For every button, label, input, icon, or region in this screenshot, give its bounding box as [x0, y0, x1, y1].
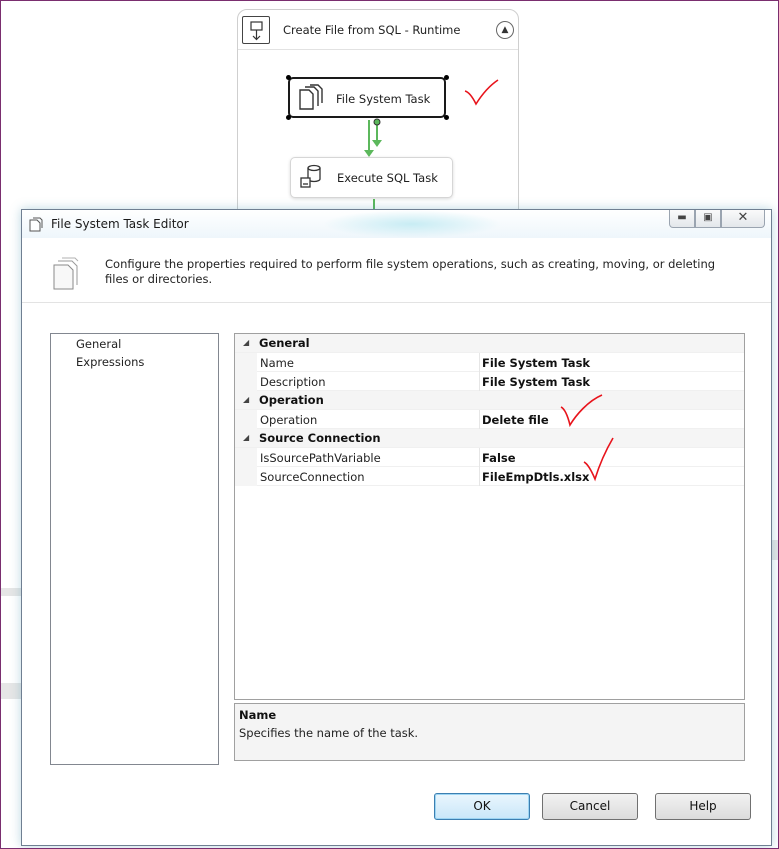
property-row[interactable]: Name File System Task: [235, 353, 744, 372]
cancel-button[interactable]: Cancel: [542, 793, 638, 820]
category-row[interactable]: ◢ General: [235, 334, 744, 353]
connector-arrows: [364, 118, 382, 157]
nav-item-general[interactable]: General: [76, 337, 121, 351]
selection-handle[interactable]: [286, 115, 291, 120]
chevron-up-icon[interactable]: ▲: [496, 21, 514, 39]
dialog-icon: [29, 217, 43, 232]
task-label: Execute SQL Task: [337, 171, 438, 185]
header-description: Configure the properties required to per…: [105, 257, 716, 286]
property-row[interactable]: IsSourcePathVariable False: [235, 448, 744, 467]
property-value[interactable]: File System Task: [482, 356, 590, 370]
window-controls: ▬ ▣ ✕: [669, 210, 765, 230]
file-system-task-box[interactable]: File System Task: [288, 77, 446, 118]
selection-handle[interactable]: [444, 75, 449, 80]
property-value[interactable]: File System Task: [482, 375, 590, 389]
category-row[interactable]: ◢ Source Connection: [235, 429, 744, 448]
file-system-icon: [296, 84, 324, 112]
property-row[interactable]: Description File System Task: [235, 372, 744, 391]
category-row[interactable]: ◢ Operation: [235, 391, 744, 410]
ok-button[interactable]: OK: [434, 793, 530, 820]
property-row[interactable]: Operation Delete file: [235, 410, 744, 429]
dialog-header: Configure the properties required to per…: [22, 239, 771, 303]
collapse-triangle-icon[interactable]: ◢: [243, 338, 249, 347]
collapse-triangle-icon[interactable]: ◢: [243, 433, 249, 442]
property-name: Name: [260, 356, 294, 370]
maximize-icon[interactable]: ▣: [695, 210, 721, 228]
title-bar-glow: [322, 210, 502, 238]
background-panel-edge: [771, 540, 779, 560]
container-title: Create File from SQL - Runtime: [283, 23, 461, 37]
background-panel-edge: [0, 683, 22, 699]
nav-item-expressions[interactable]: Expressions: [76, 355, 144, 369]
file-system-task-editor-dialog[interactable]: File System Task Editor ▬ ▣ ✕ Configure …: [21, 209, 772, 846]
property-grid[interactable]: ◢ General Name File System Task Descript…: [234, 333, 745, 700]
property-name: Description: [260, 375, 326, 389]
category-label: General: [259, 336, 310, 350]
title-bar[interactable]: File System Task Editor ▬ ▣ ✕: [22, 210, 771, 238]
page-navigation-list[interactable]: General Expressions: [50, 333, 219, 765]
selection-handle[interactable]: [444, 115, 449, 120]
property-value[interactable]: Delete file: [482, 413, 549, 427]
description-title: Name: [239, 708, 277, 722]
property-name: Operation: [260, 413, 318, 427]
minimize-icon[interactable]: ▬: [669, 210, 695, 228]
dialog-title: File System Task Editor: [51, 217, 189, 231]
property-row[interactable]: SourceConnection FileEmpDtls.xlsx: [235, 467, 744, 486]
category-label: Source Connection: [259, 431, 381, 445]
property-name: SourceConnection: [260, 470, 365, 484]
database-icon: [297, 163, 325, 191]
property-value[interactable]: FileEmpDtls.xlsx: [482, 470, 589, 484]
container-icon: [242, 16, 270, 44]
task-label: File System Task: [336, 92, 431, 106]
container-header: Create File from SQL - Runtime ▲: [238, 10, 518, 50]
help-button[interactable]: Help: [655, 793, 751, 820]
background-panel-edge: [0, 588, 22, 596]
close-icon[interactable]: ✕: [721, 210, 765, 228]
property-description-panel: Name Specifies the name of the task.: [234, 703, 745, 761]
selection-handle[interactable]: [286, 75, 291, 80]
category-label: Operation: [259, 393, 324, 407]
file-system-icon: [51, 257, 79, 291]
property-name: IsSourcePathVariable: [260, 451, 381, 465]
description-text: Specifies the name of the task.: [239, 726, 419, 740]
execute-sql-task-box[interactable]: Execute SQL Task: [290, 157, 453, 198]
property-value[interactable]: False: [482, 451, 516, 465]
collapse-triangle-icon[interactable]: ◢: [243, 395, 249, 404]
